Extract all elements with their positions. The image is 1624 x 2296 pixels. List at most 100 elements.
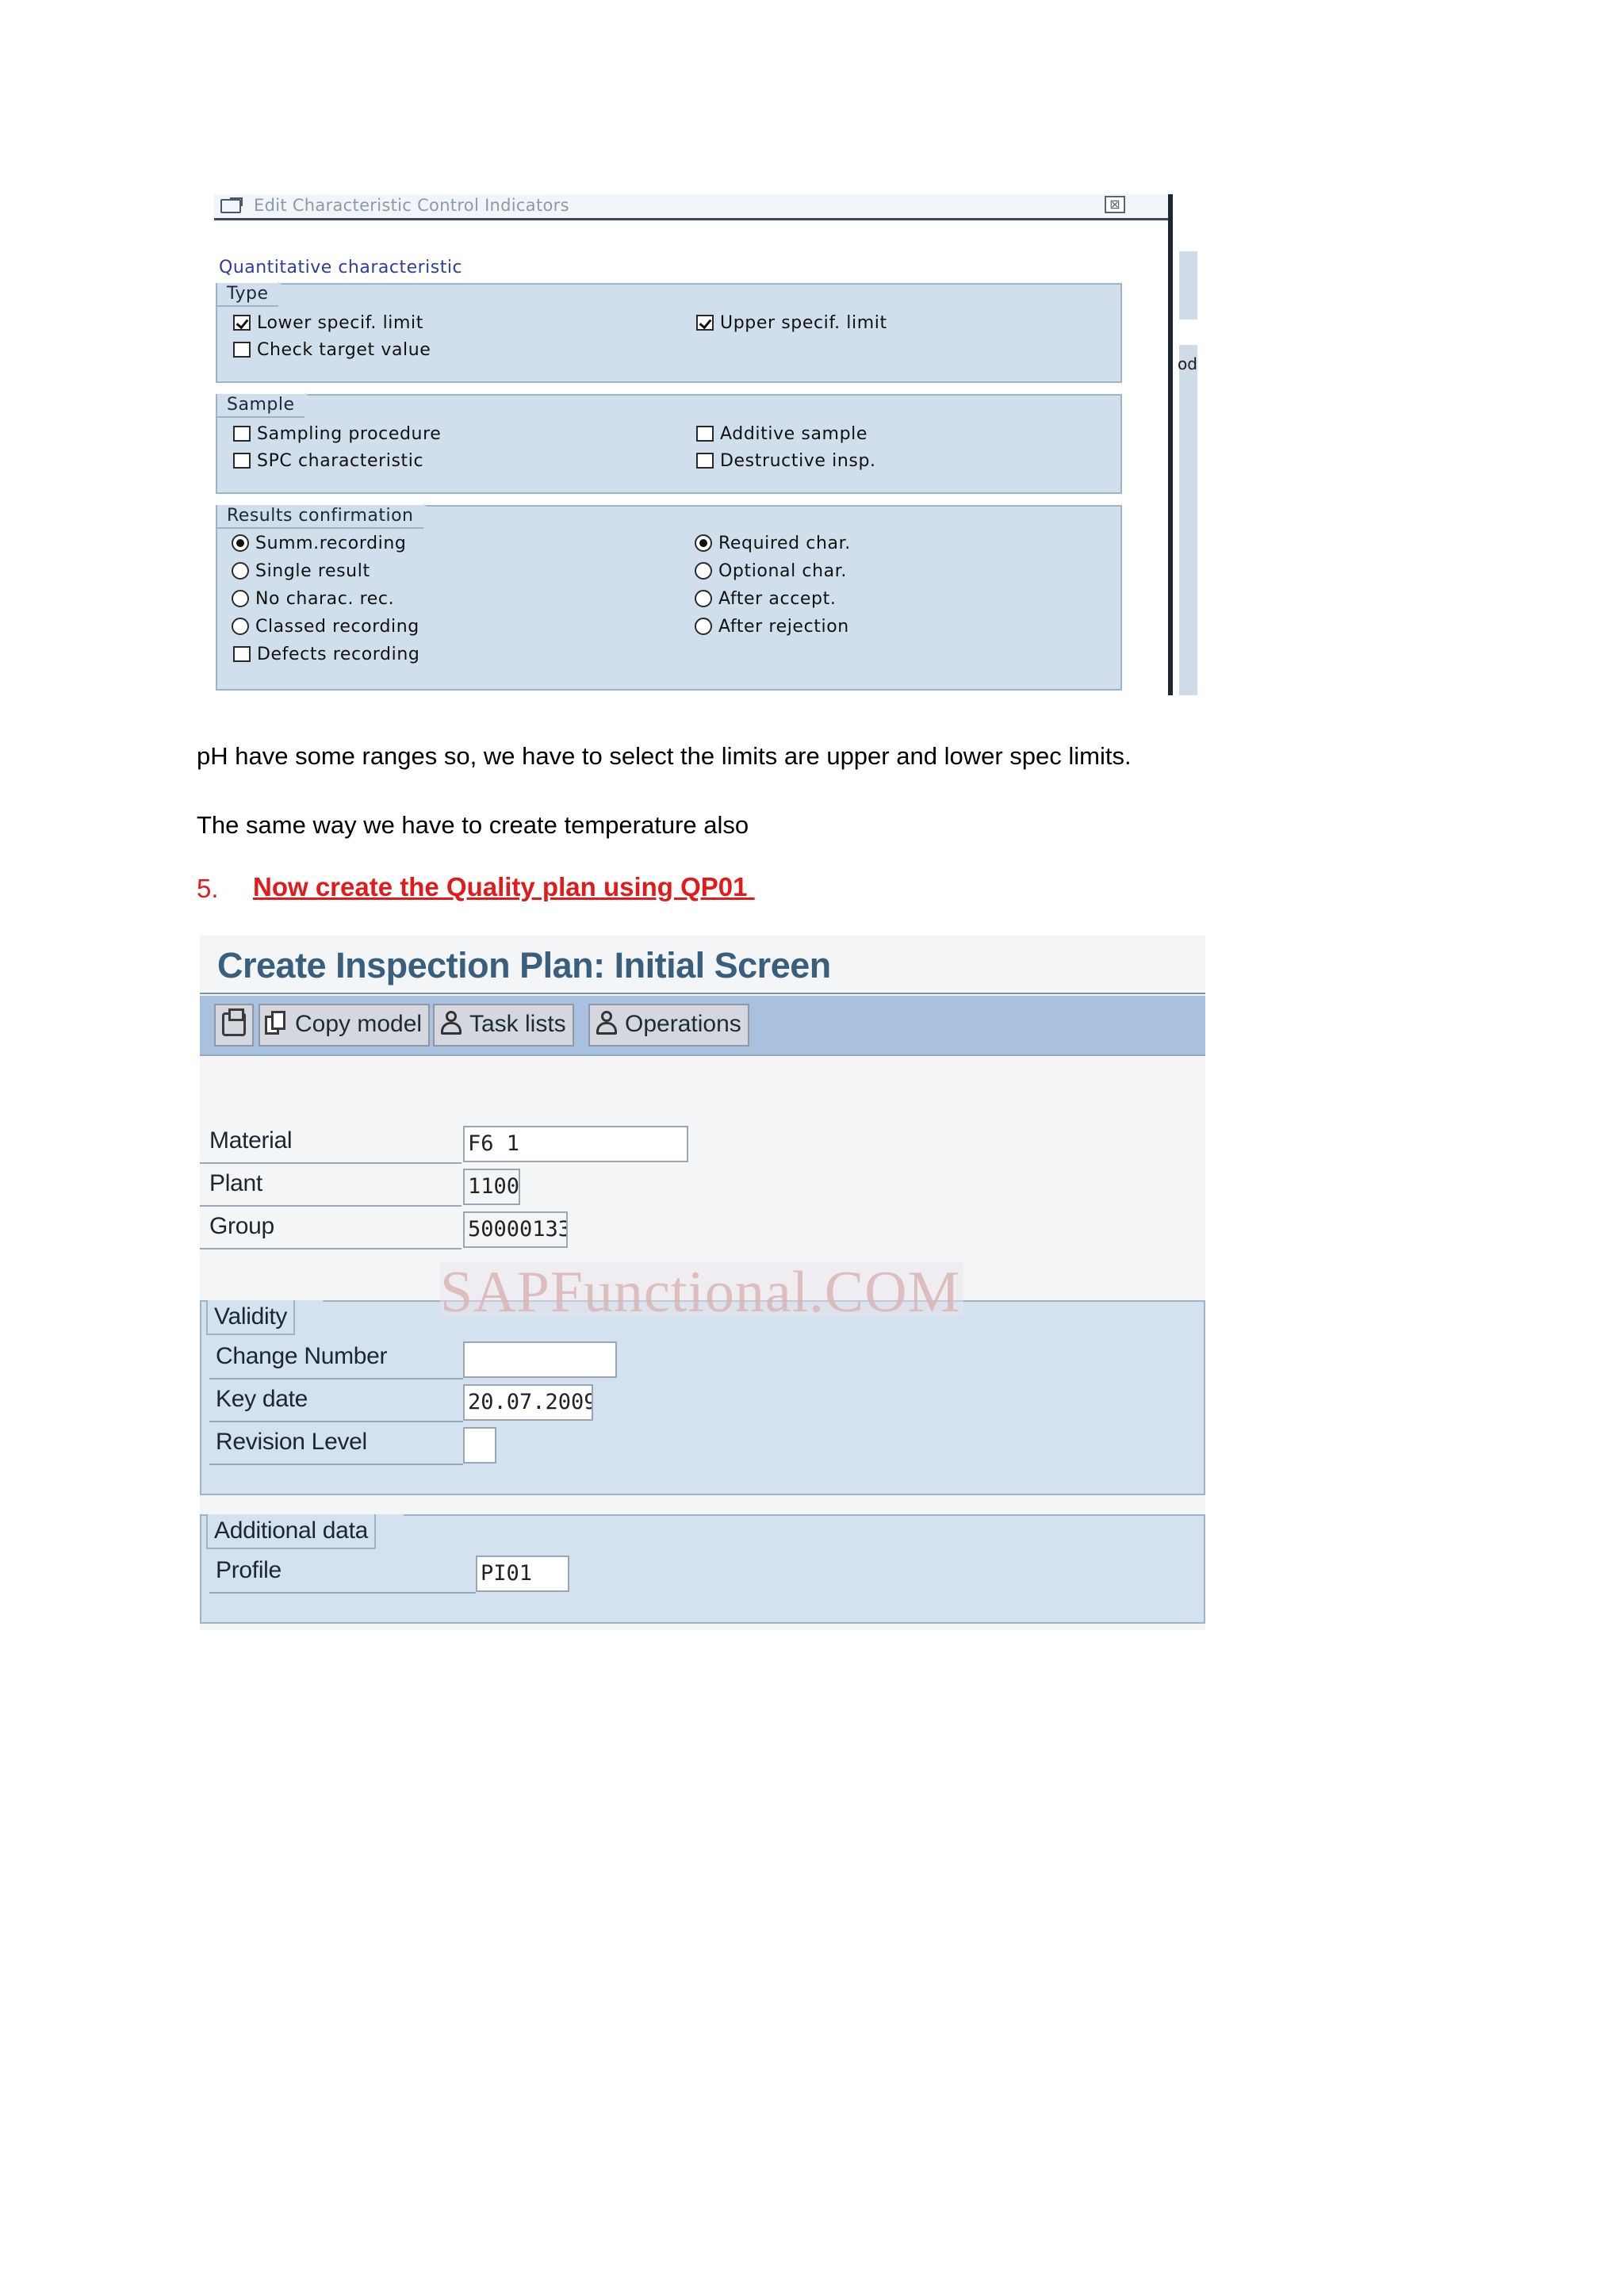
option-label: Single result bbox=[255, 561, 370, 581]
additive-sample-checkbox[interactable]: Additive sample bbox=[696, 424, 868, 444]
option-label: SPC characteristic bbox=[257, 451, 424, 471]
print-button[interactable] bbox=[214, 1004, 254, 1047]
dialog-titlebar: Edit Characteristic Control Indicators ⊠ bbox=[214, 194, 1170, 220]
paragraph-temperature: The same way we have to create temperatu… bbox=[197, 811, 749, 839]
plant-input[interactable]: 1100 bbox=[463, 1169, 520, 1205]
screen-title: Create Inspection Plan: Initial Screen bbox=[217, 945, 831, 985]
button-label: Task lists bbox=[469, 1011, 566, 1037]
checkbox-icon bbox=[696, 453, 714, 469]
results-confirmation-group: Results confirmation Summ.recording Sing… bbox=[216, 503, 1122, 691]
option-label: Optional char. bbox=[718, 561, 847, 581]
checkbox-icon bbox=[233, 453, 251, 469]
spc-characteristic-checkbox[interactable]: SPC characteristic bbox=[233, 451, 423, 471]
checkbox-icon bbox=[233, 315, 251, 331]
edit-control-indicators-dialog: Edit Characteristic Control Indicators ⊠… bbox=[214, 194, 1197, 695]
copy-model-button[interactable]: Copy model bbox=[259, 1004, 431, 1047]
key-date-input[interactable]: 20.07.2009 bbox=[463, 1384, 593, 1421]
checkbox-icon bbox=[233, 646, 251, 662]
group-title: Additional data bbox=[206, 1514, 404, 1549]
lower-spec-checkbox[interactable]: Lower specif. limit bbox=[233, 313, 423, 333]
group-input[interactable]: 50000133 bbox=[463, 1211, 568, 1248]
group-title: Validity bbox=[206, 1300, 324, 1335]
step-title: Now create the Quality plan using QP01 bbox=[253, 872, 755, 901]
profile-label: Profile bbox=[216, 1557, 282, 1583]
option-label: Classed recording bbox=[255, 617, 419, 637]
radio-icon bbox=[232, 590, 249, 607]
edit-icon bbox=[220, 197, 243, 213]
key-date-label: Key date bbox=[216, 1386, 308, 1412]
sample-group: Sample Sampling procedure Additive sampl… bbox=[216, 392, 1122, 494]
radio-icon bbox=[232, 618, 249, 635]
strip-block bbox=[1179, 251, 1197, 320]
option-label: Destructive insp. bbox=[720, 451, 876, 471]
field-underline bbox=[200, 1248, 462, 1249]
group-title: Results confirmation bbox=[217, 503, 446, 529]
option-label: No charac. rec. bbox=[255, 589, 395, 609]
change-number-input[interactable] bbox=[463, 1341, 617, 1378]
radio-icon bbox=[232, 534, 249, 552]
destructive-insp-checkbox[interactable]: Destructive insp. bbox=[696, 451, 876, 471]
watermark: SAPFunctional.COM bbox=[440, 1260, 961, 1325]
group-label: Group bbox=[209, 1213, 274, 1239]
copy-icon bbox=[265, 1011, 289, 1036]
radio-icon bbox=[695, 618, 712, 635]
sampling-procedure-checkbox[interactable]: Sampling procedure bbox=[233, 424, 441, 444]
button-label: Operations bbox=[625, 1011, 741, 1037]
validity-group: Validity Change Number Key date 20.07.20… bbox=[200, 1300, 1205, 1495]
radio-icon bbox=[232, 562, 249, 580]
additional-data-group: Additional data Profile PI01 bbox=[200, 1514, 1205, 1624]
operations-button[interactable]: Operations bbox=[588, 1004, 749, 1047]
field-underline bbox=[209, 1464, 463, 1465]
print-icon bbox=[222, 1008, 246, 1036]
revision-level-input[interactable] bbox=[463, 1427, 496, 1464]
field-underline bbox=[209, 1592, 476, 1594]
field-underline bbox=[209, 1378, 463, 1380]
optional-char-radio[interactable]: Optional char. bbox=[695, 561, 847, 581]
material-input[interactable]: F6 1 bbox=[463, 1126, 688, 1162]
revision-level-label: Revision Level bbox=[216, 1429, 367, 1455]
option-label: Summ.recording bbox=[255, 534, 407, 553]
check-target-checkbox[interactable]: Check target value bbox=[233, 340, 431, 360]
background-window-strip: od bbox=[1168, 194, 1197, 695]
option-label: Sampling procedure bbox=[257, 424, 442, 444]
checkbox-icon bbox=[696, 426, 714, 442]
no-charac-rec-radio[interactable]: No charac. rec. bbox=[232, 589, 394, 609]
option-label: After rejection bbox=[718, 617, 849, 637]
radio-icon bbox=[695, 534, 712, 552]
option-label: After accept. bbox=[718, 589, 837, 609]
option-label: Lower specif. limit bbox=[257, 313, 423, 333]
group-title: Sample bbox=[217, 392, 327, 418]
strip-block bbox=[1179, 345, 1197, 695]
step-number: 5. bbox=[197, 874, 219, 903]
single-result-radio[interactable]: Single result bbox=[232, 561, 370, 581]
radio-icon bbox=[695, 562, 712, 580]
option-label: Upper specif. limit bbox=[720, 313, 887, 333]
person-icon bbox=[595, 1011, 619, 1036]
checkbox-icon bbox=[233, 426, 251, 442]
change-number-label: Change Number bbox=[216, 1343, 388, 1369]
title-divider bbox=[200, 993, 1205, 994]
radio-icon bbox=[695, 590, 712, 607]
checkbox-icon bbox=[233, 342, 251, 358]
type-group: Type Lower specif. limit Upper specif. l… bbox=[216, 281, 1122, 383]
dialog-title: Edit Characteristic Control Indicators bbox=[254, 196, 569, 215]
strip-text: od bbox=[1178, 354, 1197, 373]
button-label: Copy model bbox=[295, 1011, 423, 1037]
upper-spec-checkbox[interactable]: Upper specif. limit bbox=[696, 313, 887, 333]
task-lists-button[interactable]: Task lists bbox=[433, 1004, 574, 1047]
defects-recording-checkbox[interactable]: Defects recording bbox=[233, 645, 419, 664]
group-title: Type bbox=[217, 281, 301, 307]
paragraph-ph-ranges: pH have some ranges so, we have to selec… bbox=[197, 742, 1132, 770]
required-char-radio[interactable]: Required char. bbox=[695, 534, 851, 553]
close-icon[interactable]: ⊠ bbox=[1105, 196, 1125, 213]
summ-recording-radio[interactable]: Summ.recording bbox=[232, 534, 406, 553]
option-label: Defects recording bbox=[257, 645, 420, 664]
profile-input[interactable]: PI01 bbox=[476, 1556, 569, 1592]
field-underline bbox=[200, 1162, 462, 1164]
after-accept-radio[interactable]: After accept. bbox=[695, 589, 836, 609]
after-rejection-radio[interactable]: After rejection bbox=[695, 617, 849, 637]
classed-recording-radio[interactable]: Classed recording bbox=[232, 617, 419, 637]
plant-label: Plant bbox=[209, 1170, 262, 1196]
checkbox-icon bbox=[696, 315, 714, 331]
option-label: Additive sample bbox=[720, 424, 868, 444]
